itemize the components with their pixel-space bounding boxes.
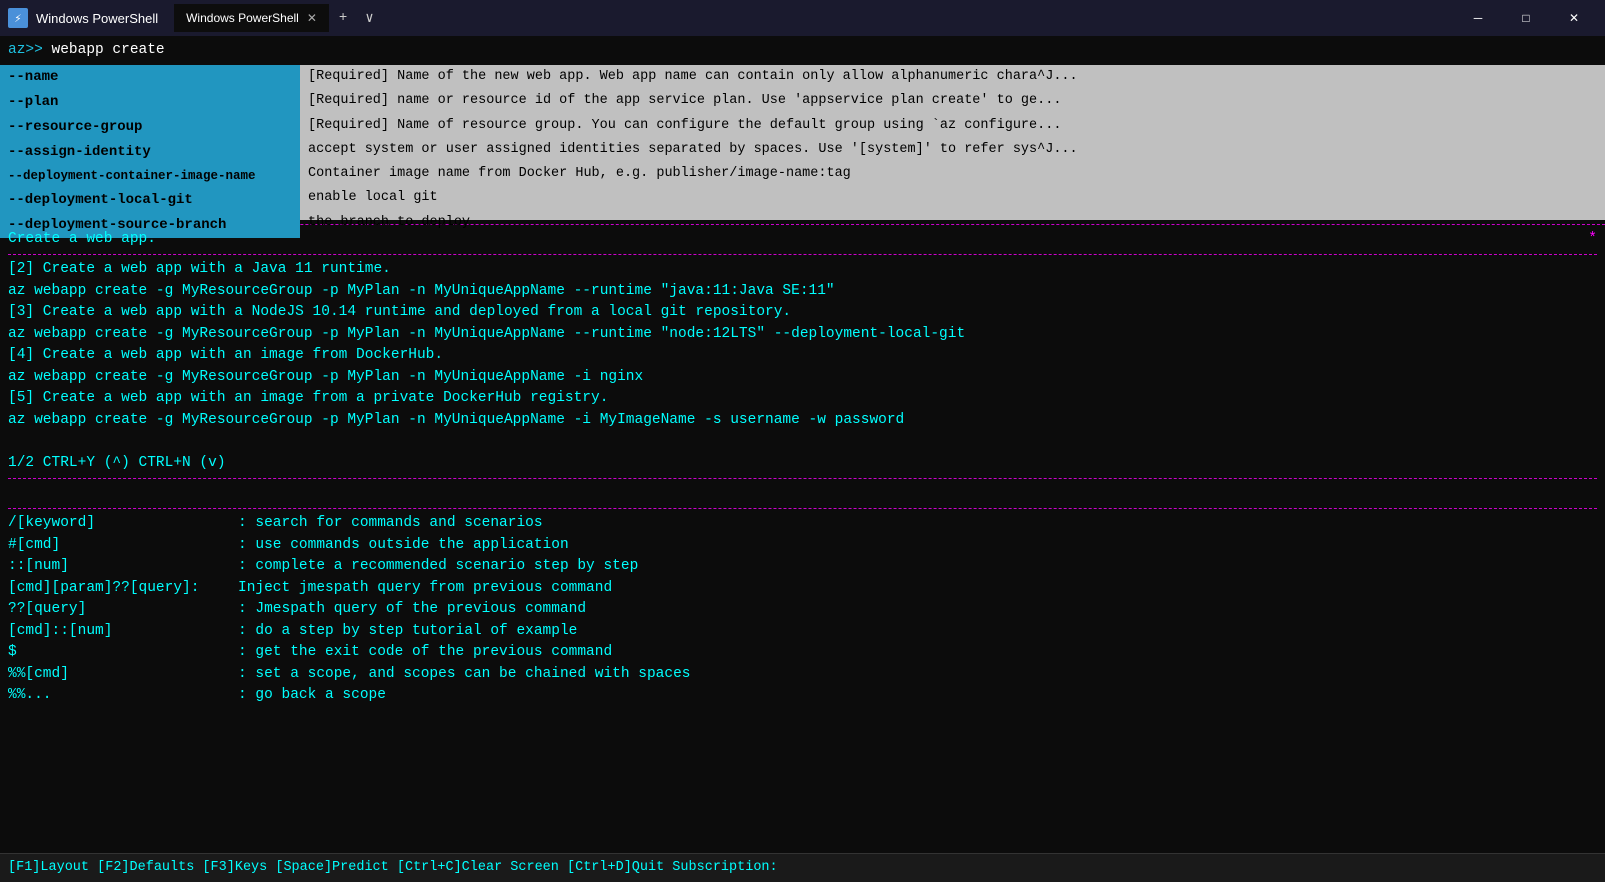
desc-container-image: Container image name from Docker Hub, e.… [308, 162, 1597, 186]
desc-assign-identity: accept system or user assigned identitie… [308, 138, 1597, 162]
desc-plan: [Required] name or resource id of the ap… [308, 89, 1597, 113]
help-key-1: /[keyword] [8, 513, 238, 534]
star-indicator: * [1588, 229, 1597, 250]
help-key-2: #[cmd] [8, 535, 238, 556]
desc-resource-group: [Required] Name of resource group. You c… [308, 114, 1597, 138]
terminal-content: Create a web app. * [2] Create a web app… [0, 229, 1605, 707]
bottom-bar-text: [F1]Layout [F2]Defaults [F3]Keys [Space]… [8, 860, 778, 875]
terminal-window: az>> webapp create --name --plan --resou… [0, 36, 1605, 882]
help-desc-4: Inject jmespath query from previous comm… [238, 578, 1597, 599]
help-key-5: ??[query] [8, 599, 238, 620]
bottom-bar: [F1]Layout [F2]Defaults [F3]Keys [Space]… [0, 853, 1605, 882]
command-input[interactable]: webapp create [52, 42, 165, 58]
example-3-label: [3] Create a web app with a NodeJS 10.14… [8, 302, 1597, 323]
autocomplete-descriptions: [Required] Name of the new web app. Web … [300, 65, 1605, 220]
divider-pagination [8, 478, 1597, 479]
help-key-6: [cmd]::[num] [8, 621, 238, 642]
help-key-9: %%... [8, 685, 238, 706]
autocomplete-list: --name --plan --resource-group --assign-… [0, 65, 300, 220]
example-4-label: [4] Create a web app with an image from … [8, 345, 1597, 366]
icon-label: ⚡ [14, 11, 21, 26]
active-tab[interactable]: Windows PowerShell ✕ [174, 4, 329, 32]
app-title: Windows PowerShell [36, 11, 158, 26]
command-line: az>> webapp create [0, 36, 1605, 65]
prompt: az>> [8, 42, 43, 58]
divider-section [8, 254, 1597, 255]
help-desc-6: : do a step by step tutorial of example [238, 621, 1597, 642]
example-3-cmd: az webapp create -g MyResourceGroup -p M… [8, 324, 1597, 345]
window-controls: ─ □ ✕ [1455, 0, 1597, 36]
autocomplete-item-name[interactable]: --name [0, 65, 300, 90]
autocomplete-item-assign-identity[interactable]: --assign-identity [0, 140, 300, 165]
help-key-8: %%[cmd] [8, 664, 238, 685]
help-desc-3: : complete a recommended scenario step b… [238, 556, 1597, 577]
help-desc-7: : get the exit code of the previous comm… [238, 642, 1597, 663]
tab-label: Windows PowerShell [186, 11, 299, 25]
autocomplete-item-local-git[interactable]: --deployment-local-git [0, 188, 300, 213]
close-btn[interactable]: ✕ [1551, 0, 1597, 36]
example-5-cmd: az webapp create -g MyResourceGroup -p M… [8, 410, 1597, 431]
example-2-cmd: az webapp create -g MyResourceGroup -p M… [8, 281, 1597, 302]
help-grid: /[keyword] : search for commands and sce… [8, 513, 1597, 706]
help-desc-5: : Jmespath query of the previous command [238, 599, 1597, 620]
pagination: 1/2 CTRL+Y (^) CTRL+N (v) [8, 453, 1597, 474]
desc-source-branch: the branch to deploy [308, 211, 1597, 235]
help-key-4: [cmd][param]??[query]: [8, 578, 238, 599]
example-5-label: [5] Create a web app with an image from … [8, 388, 1597, 409]
help-desc-8: : set a scope, and scopes can be chained… [238, 664, 1597, 685]
minimize-btn[interactable]: ─ [1455, 0, 1501, 36]
tab-bar: Windows PowerShell ✕ + ∨ [174, 4, 1447, 32]
titlebar: ⚡ Windows PowerShell Windows PowerShell … [0, 0, 1605, 36]
example-2-label: [2] Create a web app with a Java 11 runt… [8, 259, 1597, 280]
help-key-7: $ [8, 642, 238, 663]
maximize-btn[interactable]: □ [1503, 0, 1549, 36]
help-desc-2: : use commands outside the application [238, 535, 1597, 556]
autocomplete-item-plan[interactable]: --plan [0, 90, 300, 115]
tab-chevron-btn[interactable]: ∨ [357, 6, 381, 31]
desc-local-git: enable local git [308, 186, 1597, 210]
section-title: Create a web app. [8, 229, 156, 250]
autocomplete-panel: --name --plan --resource-group --assign-… [0, 65, 1605, 220]
new-tab-btn[interactable]: + [331, 6, 355, 30]
app-icon: ⚡ [8, 8, 28, 28]
tab-close-btn[interactable]: ✕ [307, 11, 317, 25]
example-4-cmd: az webapp create -g MyResourceGroup -p M… [8, 367, 1597, 388]
help-desc-1: : search for commands and scenarios [238, 513, 1597, 534]
divider-help-top [8, 508, 1597, 509]
autocomplete-item-container-image[interactable]: --deployment-container-image-name [0, 165, 300, 188]
help-desc-9: : go back a scope [238, 685, 1597, 706]
desc-name: [Required] Name of the new web app. Web … [308, 65, 1597, 89]
help-key-3: ::[num] [8, 556, 238, 577]
autocomplete-item-resource-group[interactable]: --resource-group [0, 115, 300, 140]
